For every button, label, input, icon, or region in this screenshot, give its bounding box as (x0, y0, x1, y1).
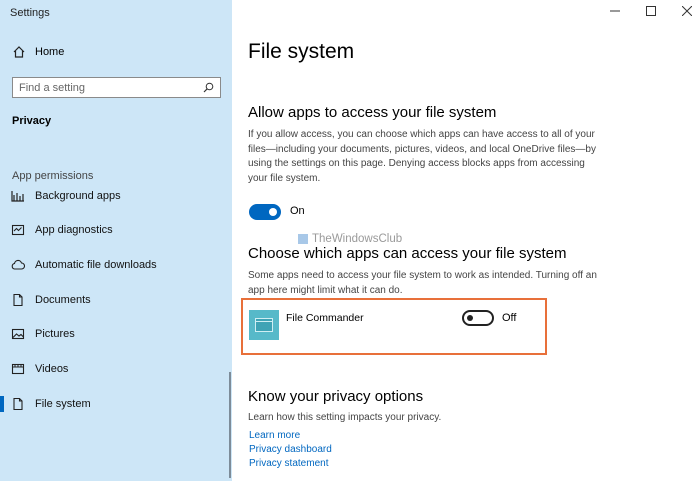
sidebar: Settings Home Find a setting Privacy App… (0, 0, 232, 481)
file-system-access-state: On (290, 205, 305, 217)
choose-apps-heading: Choose which apps can access your file s… (248, 245, 567, 262)
highlight-box (241, 298, 547, 355)
document-icon (13, 293, 23, 307)
sidebar-item-app-diagnostics[interactable]: App diagnostics (0, 219, 232, 241)
maximize-icon (646, 6, 656, 16)
home-icon (13, 46, 25, 58)
sidebar-item-label: App diagnostics (35, 224, 113, 236)
sidebar-item-label: File system (35, 398, 91, 410)
close-button[interactable] (680, 4, 694, 18)
choose-apps-description: Some apps need to access your file syste… (248, 270, 597, 296)
app-name: File Commander (286, 312, 364, 324)
allow-access-heading: Allow apps to access your file system (248, 104, 497, 121)
maximize-button[interactable] (644, 4, 658, 18)
watermark: TheWindowsClub (298, 233, 402, 245)
file-commander-toggle[interactable] (462, 310, 494, 326)
sidebar-item-pictures[interactable]: Pictures (0, 323, 232, 345)
sidebar-item-label: Videos (35, 363, 69, 375)
current-section-title: Privacy (12, 115, 52, 127)
search-icon[interactable] (203, 82, 214, 93)
videos-icon (11, 363, 25, 375)
file-commander-state: Off (502, 312, 517, 324)
sidebar-item-background-apps[interactable]: Background apps (0, 185, 232, 207)
app-permissions-label: App permissions (12, 170, 94, 182)
app-diagnostics-icon (11, 224, 25, 236)
learn-more-link[interactable]: Learn more (249, 430, 300, 441)
watermark-text: TheWindowsClub (312, 233, 403, 245)
search-input[interactable]: Find a setting (12, 77, 221, 98)
search-placeholder: Find a setting (19, 81, 86, 94)
background-apps-icon (11, 191, 24, 202)
close-icon (682, 6, 692, 16)
sidebar-item-automatic-file-downloads[interactable]: Automatic file downloads (0, 254, 232, 276)
sidebar-item-label: Documents (35, 294, 91, 306)
allow-access-description: If you allow access, you can choose whic… (248, 129, 596, 184)
cloud-download-icon (11, 259, 25, 270)
sidebar-scrollbar[interactable] (229, 372, 231, 478)
main-content: File system Allow apps to access your fi… (232, 0, 700, 481)
file-commander-app-icon (249, 310, 279, 340)
sidebar-item-label: Background apps (35, 190, 121, 202)
sidebar-item-label: Pictures (35, 328, 75, 340)
privacy-options-heading: Know your privacy options (248, 388, 424, 405)
sidebar-item-label: Automatic file downloads (35, 259, 157, 271)
minimize-icon (610, 10, 620, 12)
pictures-icon (11, 328, 25, 340)
app-title: Settings (10, 7, 50, 19)
home-label: Home (35, 46, 65, 58)
file-system-access-toggle[interactable] (249, 204, 281, 220)
sidebar-item-videos[interactable]: Videos (0, 358, 232, 380)
sidebar-item-file-system[interactable]: File system (0, 393, 232, 415)
privacy-dashboard-link[interactable]: Privacy dashboard (249, 444, 332, 455)
window-glyph-icon (255, 318, 273, 332)
privacy-options-description: Learn how this setting impacts your priv… (248, 412, 442, 423)
minimize-button[interactable] (608, 4, 622, 18)
home-button[interactable]: Home (12, 45, 64, 59)
page-title: File system (248, 40, 355, 63)
watermark-logo-icon (298, 234, 308, 244)
privacy-statement-link[interactable]: Privacy statement (249, 458, 328, 469)
sidebar-item-documents[interactable]: Documents (0, 289, 232, 311)
file-system-icon (13, 397, 23, 411)
